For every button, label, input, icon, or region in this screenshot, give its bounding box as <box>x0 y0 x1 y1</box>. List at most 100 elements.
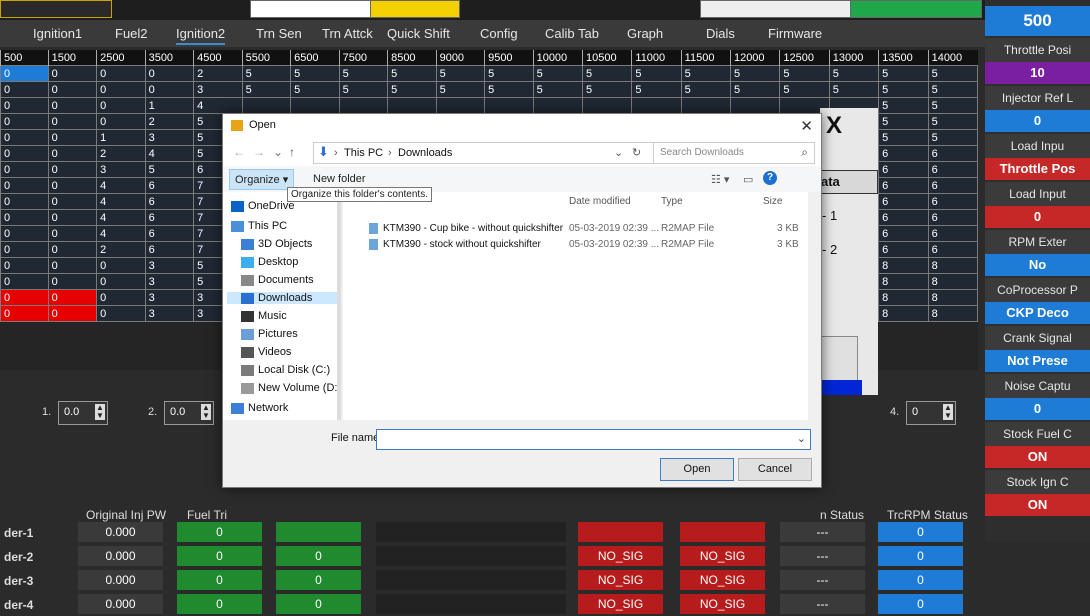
cancel-button[interactable]: Cancel <box>738 458 812 481</box>
breadcrumb-downloads[interactable]: Downloads <box>398 147 452 159</box>
map-cell[interactable]: 0 <box>0 257 49 274</box>
tab-config[interactable]: Config <box>480 26 518 41</box>
map-cell[interactable] <box>435 97 486 114</box>
map-cell[interactable] <box>581 97 633 114</box>
map-cell[interactable]: 5 <box>927 65 979 82</box>
view-options-icon[interactable]: ☷ ▾ <box>711 173 729 186</box>
map-cell[interactable] <box>387 97 437 114</box>
nav-item-new-volume-d[interactable]: New Volume (D: <box>241 382 337 394</box>
map-cell[interactable]: 5 <box>878 97 929 114</box>
input-1-stepper[interactable]: 0.0 ▲ ▼ <box>58 401 108 425</box>
map-cell[interactable] <box>484 97 534 114</box>
map-cell[interactable]: 0 <box>47 129 98 146</box>
close-icon[interactable]: ✕ <box>800 117 813 135</box>
map-cell[interactable]: 0 <box>96 65 146 82</box>
map-cell[interactable]: 5 <box>878 113 929 130</box>
breadcrumb-this-pc[interactable]: This PC <box>344 147 383 159</box>
tab-quick-shift[interactable]: Quick Shift <box>387 26 450 41</box>
map-cell[interactable]: 0 <box>0 81 49 98</box>
map-cell[interactable]: 5 <box>631 65 682 82</box>
organize-button[interactable]: Organize ▾ <box>229 169 295 190</box>
map-cell[interactable]: 0 <box>47 161 98 178</box>
column-type[interactable]: Type <box>661 196 683 207</box>
nav-item-pictures[interactable]: Pictures <box>241 328 298 340</box>
background-data-button[interactable]: ata <box>820 170 878 194</box>
map-cell[interactable]: 0 <box>47 305 98 322</box>
tab-ignition1[interactable]: Ignition1 <box>33 26 82 41</box>
map-cell[interactable]: 0 <box>47 225 98 242</box>
map-cell[interactable]: 5 <box>435 81 486 98</box>
map-cell[interactable]: 6 <box>878 209 929 226</box>
map-cell[interactable]: 3 <box>96 161 146 178</box>
map-cell[interactable]: 6 <box>144 193 195 210</box>
map-cell[interactable]: 0 <box>0 97 49 114</box>
map-cell[interactable] <box>729 97 781 114</box>
map-cell[interactable]: 0 <box>96 289 146 306</box>
tab-trn-sen[interactable]: Trn Sen <box>256 26 302 41</box>
map-cell[interactable]: 3 <box>144 257 195 274</box>
map-cell[interactable]: 4 <box>144 145 195 162</box>
map-cell[interactable]: 8 <box>878 289 929 306</box>
column-date-modified[interactable]: Date modified <box>569 196 631 207</box>
map-cell[interactable]: 4 <box>96 193 146 210</box>
map-cell[interactable]: 1 <box>96 129 146 146</box>
map-cell[interactable]: 5 <box>144 161 195 178</box>
map-cell[interactable]: 6 <box>927 177 979 194</box>
map-cell[interactable]: 5 <box>387 65 437 82</box>
map-cell[interactable]: 5 <box>927 81 979 98</box>
help-icon[interactable]: ? <box>763 171 777 185</box>
map-cell[interactable]: 5 <box>484 81 534 98</box>
map-cell[interactable]: 5 <box>680 81 731 98</box>
map-cell[interactable]: 6 <box>927 145 979 162</box>
map-cell[interactable]: 5 <box>878 65 929 82</box>
map-cell[interactable]: 5 <box>290 65 340 82</box>
map-cell[interactable]: 0 <box>144 65 195 82</box>
map-cell[interactable]: 0 <box>0 145 49 162</box>
map-cell[interactable]: 6 <box>927 193 979 210</box>
connected-button[interactable] <box>850 0 982 18</box>
map-cell[interactable]: 0 <box>47 177 98 194</box>
top-button-2[interactable] <box>250 0 372 18</box>
map-cell[interactable]: 2 <box>96 145 146 162</box>
tab-calib-tab[interactable]: Calib Tab <box>545 26 599 41</box>
map-cell[interactable]: 6 <box>878 193 929 210</box>
map-cell[interactable] <box>680 97 731 114</box>
map-cell[interactable]: 5 <box>581 65 633 82</box>
map-cell[interactable]: 0 <box>0 273 49 290</box>
map-cell[interactable]: 0 <box>0 161 49 178</box>
map-cell[interactable]: 8 <box>878 257 929 274</box>
map-cell[interactable]: 5 <box>828 81 880 98</box>
map-cell[interactable]: 3 <box>144 273 195 290</box>
map-cell[interactable]: 6 <box>927 161 979 178</box>
map-cell[interactable]: 5 <box>484 65 534 82</box>
nav-item-3d-objects[interactable]: 3D Objects <box>241 238 312 250</box>
map-cell[interactable]: 0 <box>47 65 98 82</box>
tab-firmware[interactable]: Firmware <box>768 26 822 41</box>
map-cell[interactable]: 5 <box>532 81 583 98</box>
map-cell[interactable]: 0 <box>0 129 49 146</box>
map-cell[interactable]: 6 <box>878 241 929 258</box>
tab-trn-attck[interactable]: Trn Attck <box>322 26 373 41</box>
tab-graph[interactable]: Graph <box>627 26 663 41</box>
stepper-arrows-icon[interactable]: ▲ ▼ <box>201 404 211 420</box>
map-cell[interactable]: 5 <box>878 129 929 146</box>
map-cell[interactable]: 5 <box>532 65 583 82</box>
map-cell[interactable]: 0 <box>47 81 98 98</box>
map-cell[interactable]: 5 <box>927 97 979 114</box>
map-cell[interactable] <box>241 97 292 114</box>
disconnect-button[interactable] <box>700 0 852 18</box>
file-name-input[interactable]: ⌄ <box>376 429 811 450</box>
back-arrow-icon[interactable]: ← <box>233 145 245 159</box>
map-cell[interactable]: 8 <box>927 273 979 290</box>
map-cell[interactable]: 0 <box>0 177 49 194</box>
map-cell[interactable]: 4 <box>96 225 146 242</box>
map-cell[interactable]: 0 <box>0 65 49 82</box>
map-cell[interactable]: 5 <box>290 81 340 98</box>
map-cell[interactable] <box>631 97 682 114</box>
map-cell[interactable]: 0 <box>0 241 49 258</box>
map-cell[interactable]: 5 <box>241 65 292 82</box>
column-size[interactable]: Size <box>763 196 782 207</box>
file-row[interactable]: KTM390 - Cup bike - without quickshifter… <box>343 222 808 237</box>
map-cell[interactable]: 6 <box>878 145 929 162</box>
tab-dials[interactable]: Dials <box>706 26 735 41</box>
